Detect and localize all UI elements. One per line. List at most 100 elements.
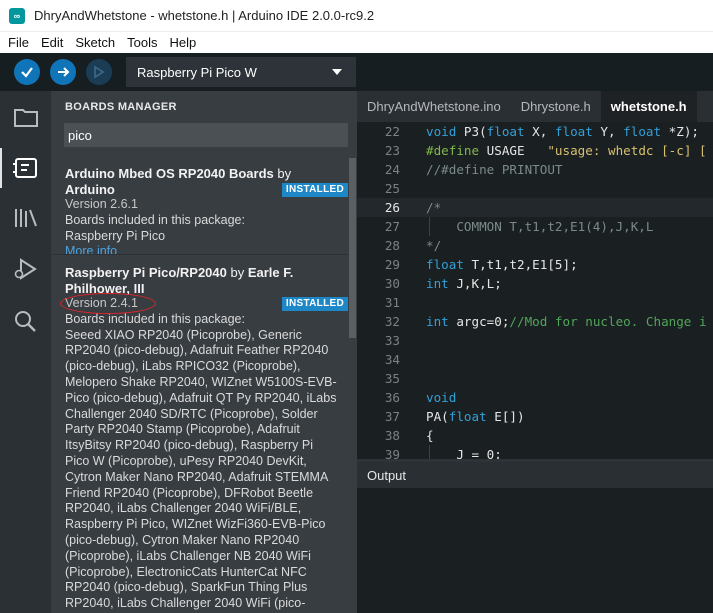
- menu-sketch[interactable]: Sketch: [69, 35, 121, 50]
- code-token: int: [426, 314, 457, 329]
- toolbar: Raspberry Pi Pico W: [0, 53, 713, 91]
- tab-dhrystone[interactable]: Dhrystone.h: [511, 91, 601, 122]
- code-token: P3(: [463, 124, 487, 139]
- boards-included-line: (pico-debug), iLabs RPICO32 (Picoprobe),: [65, 359, 301, 374]
- code-text: /*: [426, 198, 441, 217]
- code-token: COMMON T,t1,t2,E1(4),J,K,L: [426, 219, 654, 234]
- board-by: by: [277, 166, 292, 181]
- code-text: #define USAGE "usage: whetdc [-c] [: [426, 141, 707, 160]
- code-token: argc=0;: [456, 314, 510, 329]
- boards-included-line: Cytron Maker Nano RP2040, Adafruit STEMM…: [65, 469, 329, 484]
- code-token: PA(: [426, 409, 449, 424]
- line-number: 36: [384, 390, 400, 405]
- code-text: COMMON T,t1,t2,E1(4),J,K,L: [426, 217, 653, 236]
- menu-file[interactable]: File: [0, 35, 35, 50]
- folder-icon[interactable]: [13, 104, 39, 130]
- tab-dhryandwhetstone[interactable]: DhryAndWhetstone.ino: [357, 91, 511, 122]
- verify-button[interactable]: [14, 59, 40, 85]
- code-token: int: [426, 276, 457, 291]
- board-version: Version 2.6.1: [65, 197, 138, 211]
- boards-included-line: Party RP2040 Stamp (Picoprobe), Adafruit: [65, 422, 300, 437]
- debug-button[interactable]: [86, 59, 112, 85]
- line-number: 31: [384, 295, 400, 310]
- code-text: void: [426, 388, 456, 407]
- code-token: T,t1,t2,E1[5];: [471, 257, 578, 272]
- chevron-down-icon: [332, 69, 342, 75]
- line-number: 37: [384, 409, 400, 424]
- code-token: Y,: [600, 124, 624, 139]
- title-bar: ∞ DhryAndWhetstone - whetstone.h | Ardui…: [0, 0, 713, 32]
- boards-included-line: RP2040 (pico-debug), Adafruit Feather RP…: [65, 343, 329, 358]
- code-line: 32 int argc=0;//Mod for nucleo. Change i: [357, 312, 713, 331]
- code-line: 28 */: [357, 236, 713, 255]
- boards-scrollbar[interactable]: [349, 158, 356, 338]
- code-token: float: [486, 124, 533, 139]
- boards-included-line: Challenger 2040 SD/RTC (Picoprobe), Sold…: [65, 406, 318, 421]
- boards-included-line: Pico W (Picoprobe), uPesy RP2040 DevKit,: [65, 453, 307, 468]
- line-number: 27: [384, 219, 400, 234]
- code-line: 30 int J,K,L;: [357, 274, 713, 293]
- installed-badge: INSTALLED: [281, 183, 348, 197]
- board-item-mbed: Arduino Mbed OS RP2040 Boards by Arduino…: [51, 166, 349, 260]
- code-token: "usage: whetdc [-c] [: [547, 143, 707, 158]
- more-info-link[interactable]: More info: [65, 244, 340, 260]
- debug-icon: [94, 65, 105, 79]
- library-manager-icon[interactable]: [13, 205, 39, 231]
- code-line: 24 //#define PRINTOUT: [357, 160, 713, 179]
- board-selector[interactable]: Raspberry Pi Pico W: [126, 57, 356, 87]
- boards-included-list: Seeed XIAO RP2040 (Picoprobe), Generic RP…: [65, 328, 340, 613]
- boards-manager-icon[interactable]: [0, 148, 39, 188]
- boards-included-list: Raspberry Pi Pico: [65, 228, 166, 243]
- code-text: PA(float E[]): [426, 407, 525, 426]
- toolbar-spacer: [356, 53, 713, 91]
- boards-search-input[interactable]: pico: [64, 123, 348, 147]
- boards-manager-panel: BOARDS MANAGER pico Arduino Mbed OS RP20…: [51, 91, 357, 613]
- boards-included-line: (Picoprobe), iLabs Challenger NB 2040 Wi…: [65, 548, 311, 563]
- boards-included-line: RP2040 (pico-debug), SparkFun Thing Plus: [65, 580, 308, 595]
- menu-help[interactable]: Help: [163, 35, 202, 50]
- code-line: 27 COMMON T,t1,t2,E1(4),J,K,L: [357, 217, 713, 236]
- code-token: //Mod for nucleo. Change i: [509, 314, 707, 329]
- tab-whetstone[interactable]: whetstone.h: [600, 91, 697, 122]
- code-text: float T,t1,t2,E1[5];: [426, 255, 578, 274]
- editor-tab-bar: DhryAndWhetstone.ino Dhrystone.h whetsto…: [357, 91, 713, 122]
- code-text: int J,K,L;: [426, 274, 502, 293]
- code-token: /*: [426, 200, 442, 215]
- code-editor[interactable]: 22 void P3(float X, float Y, float *Z); 23…: [357, 122, 713, 459]
- code-text: {: [426, 426, 434, 445]
- code-token: USAGE: [486, 143, 548, 158]
- checkmark-icon: [21, 67, 33, 78]
- code-line: 33: [357, 331, 713, 350]
- boards-manager-header: BOARDS MANAGER: [65, 101, 177, 113]
- menu-edit[interactable]: Edit: [35, 35, 69, 50]
- line-number: 39: [384, 447, 400, 459]
- activity-bar: [0, 91, 51, 613]
- output-panel: Output: [357, 462, 713, 613]
- code-token: float: [623, 124, 669, 139]
- code-token: float: [448, 409, 495, 424]
- code-token: float: [554, 124, 601, 139]
- line-number: 29: [384, 257, 400, 272]
- boards-included-line: RP2040, iLabs Challenger 2040 WiFi/BLE,: [65, 501, 302, 516]
- boards-included-line: (pico-debug), Cytron Maker Nano RP2040: [65, 532, 300, 547]
- code-token: #define: [426, 143, 487, 158]
- code-text: int argc=0;//Mod for nucleo. Change i: [426, 312, 707, 331]
- code-token: X,: [532, 124, 555, 139]
- boards-included-line: Pico (pico-debug), Adafruit QT Py RP2040…: [65, 390, 337, 405]
- window-title: DhryAndWhetstone - whetstone.h | Arduino…: [34, 8, 375, 23]
- indent-guide: [429, 217, 430, 236]
- debug-panel-icon[interactable]: [13, 256, 39, 282]
- boards-included-line: (Picoprobe), ElectronicCats HunterCat NF…: [65, 564, 307, 579]
- line-number: 22: [384, 124, 400, 139]
- indent-guide: [429, 445, 430, 459]
- divider: [51, 254, 349, 255]
- code-token: J,K,L;: [456, 276, 502, 291]
- code-line: 26 /*: [357, 198, 713, 217]
- menu-tools[interactable]: Tools: [121, 35, 163, 50]
- code-token: *Z);: [668, 124, 700, 139]
- code-line: 31: [357, 293, 713, 312]
- code-line: 23 #define USAGE "usage: whetdc [-c] [: [357, 141, 713, 160]
- code-line: 35: [357, 369, 713, 388]
- search-icon[interactable]: [13, 308, 39, 334]
- upload-button[interactable]: [50, 59, 76, 85]
